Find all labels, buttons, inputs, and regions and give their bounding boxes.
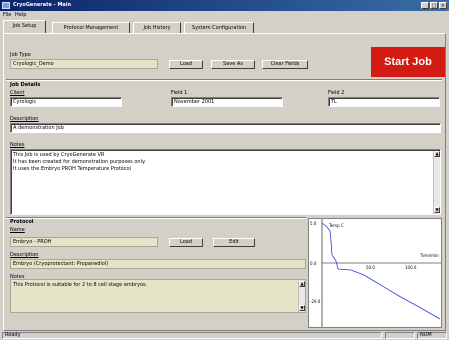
scroll-up-arrow-icon[interactable]: ▲ bbox=[434, 151, 440, 157]
y-tick-label: 0.0 bbox=[310, 261, 317, 266]
job-notes-textarea[interactable]: This Job is used by CryoGenerate VR It h… bbox=[10, 149, 441, 215]
protocol-load-button[interactable]: Load bbox=[169, 238, 203, 247]
window-title: CryoGenerate - Main bbox=[13, 2, 72, 8]
protocol-description-label: Description bbox=[10, 252, 39, 258]
job-type-field[interactable]: Cryologic_Demo bbox=[10, 59, 158, 69]
job-type-label: Job Type bbox=[10, 52, 31, 58]
field1-input[interactable]: November 2001 bbox=[171, 97, 283, 107]
minimize-button[interactable]: _ bbox=[421, 2, 429, 9]
client-field[interactable]: Cyrologic bbox=[10, 97, 122, 107]
tab-strip: Job Setup Protocol Management Job Histor… bbox=[0, 19, 449, 33]
app-icon bbox=[2, 2, 10, 9]
notes-line: It uses the Embryo PROH Temperature Prot… bbox=[13, 166, 131, 172]
scroll-down-arrow-icon[interactable]: ▼ bbox=[299, 305, 305, 311]
client-label: Client bbox=[10, 90, 25, 96]
protocol-name-label: Name bbox=[10, 227, 25, 233]
menu-help[interactable]: Help bbox=[15, 12, 26, 18]
clear-fields-button[interactable]: Clear Fields bbox=[262, 60, 308, 69]
notes-line: It has been created for demonstration pu… bbox=[13, 159, 146, 165]
job-details-header: Job Details bbox=[10, 82, 41, 88]
title-bar: CryoGenerate - Main _ □ × bbox=[0, 0, 449, 11]
protocol-description-field: Embryo (Cryoprotectant: Propanediol) bbox=[10, 259, 306, 269]
x-tick-label: 100.0 bbox=[405, 265, 417, 270]
y-tick-top: 5.0 bbox=[310, 221, 317, 226]
divider bbox=[6, 217, 306, 219]
field2-input[interactable]: TL bbox=[328, 97, 440, 107]
field2-label: Field 2 bbox=[328, 90, 345, 96]
graph-canvas: Temp C Time/min 5.0 0.0 -29.0 50.0 100.0 bbox=[310, 219, 441, 327]
notes-line: This Job is used by CryoGenerate VR bbox=[13, 152, 105, 158]
x-axis-title: Time/min bbox=[419, 253, 439, 258]
status-text: Ready bbox=[2, 332, 382, 339]
menu-file[interactable]: File bbox=[3, 12, 11, 18]
field1-label: Field 1 bbox=[171, 90, 188, 96]
scroll-down-arrow-icon[interactable]: ▼ bbox=[434, 207, 440, 213]
temperature-curve bbox=[321, 222, 441, 320]
tab-system-configuration[interactable]: System Configuration bbox=[184, 22, 254, 33]
tab-protocol-management[interactable]: Protocol Management bbox=[52, 22, 130, 33]
notes-label: Notes bbox=[10, 142, 25, 148]
protocol-notes-scrollbar[interactable]: ▲ ▼ bbox=[298, 281, 305, 312]
save-as-button[interactable]: Save As bbox=[211, 60, 255, 69]
job-load-button[interactable]: Load bbox=[169, 60, 203, 69]
close-button[interactable]: × bbox=[439, 2, 447, 9]
divider bbox=[6, 79, 442, 81]
protocol-name-field[interactable]: Embryo - PROH bbox=[10, 237, 158, 247]
temperature-profile-graph: Temp C Time/min 5.0 0.0 -29.0 50.0 100.0 bbox=[308, 218, 442, 328]
y-axis-title: Temp C bbox=[328, 223, 344, 228]
protocol-edit-button[interactable]: Edit bbox=[213, 238, 255, 247]
description-label: Description bbox=[10, 116, 39, 122]
scroll-up-arrow-icon[interactable]: ▲ bbox=[299, 281, 305, 287]
status-cell-empty bbox=[385, 332, 415, 339]
maximize-button[interactable]: □ bbox=[430, 2, 438, 9]
menu-bar: File Help bbox=[0, 11, 449, 19]
protocol-notes-textarea: This Protocol is suitable for 2 to 8 cel… bbox=[10, 279, 306, 313]
tab-job-history[interactable]: Job History bbox=[133, 22, 181, 33]
tab-job-setup[interactable]: Job Setup bbox=[3, 20, 46, 33]
x-tick-label: 50.0 bbox=[366, 265, 375, 270]
status-bar: Ready NUM bbox=[0, 331, 449, 340]
y-tick-label: -29.0 bbox=[310, 299, 321, 304]
protocol-notes-line: This Protocol is suitable for 2 to 8 cel… bbox=[13, 282, 148, 288]
protocol-header: Protocol bbox=[10, 219, 34, 225]
description-field[interactable]: A demonstration Job bbox=[10, 123, 441, 133]
status-num-indicator: NUM bbox=[417, 332, 447, 339]
start-job-button[interactable]: Start Job bbox=[371, 47, 445, 77]
notes-scrollbar[interactable]: ▲ ▼ bbox=[433, 151, 440, 214]
